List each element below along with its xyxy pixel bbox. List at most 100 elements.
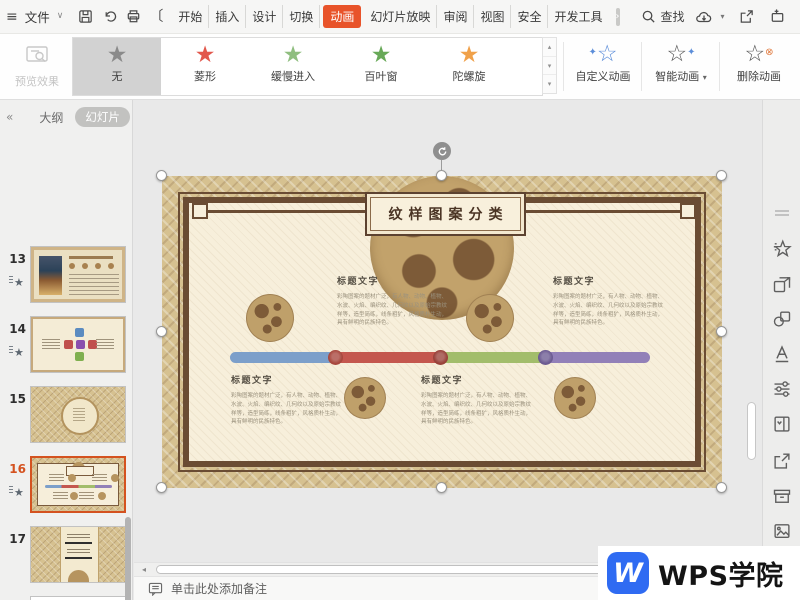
gallery-scroll-controls: ▴ ▾ ▾ xyxy=(542,37,557,94)
slide-16-canvas[interactable]: 纹样图案分类 标题文字 彩陶图案的题材广泛，有人物、动物、植物、水波、火焰、编织… xyxy=(162,176,722,488)
share-panel-icon[interactable] xyxy=(772,450,792,470)
preview-effect-icon xyxy=(24,43,50,67)
slide-text-block-1[interactable]: 标题文字 彩陶图案的题材广泛，有人物、动物、植物、水波、火焰、编织纹、几何纹以及… xyxy=(337,274,449,328)
selection-swap-icon[interactable] xyxy=(772,273,792,293)
slide-text-block-3[interactable]: 标题文字 彩陶图案的题材广泛，有人物、动物、植物、水波、火焰、编织纹、几何纹以及… xyxy=(231,373,343,427)
preview-effect-button[interactable]: 预览效果 xyxy=(8,41,66,89)
selection-handle-bottom-center[interactable] xyxy=(436,482,447,493)
blinds-star-icon: ★ xyxy=(337,42,425,68)
slide-panel-scrollbar[interactable] xyxy=(125,517,131,600)
tab-transition[interactable]: 切换 xyxy=(283,5,320,28)
block-body: 彩陶图案的题材广泛，有人物、动物、植物、水波、火焰、编织纹、几何纹以及原始宗教纹… xyxy=(337,293,449,328)
shapes-icon[interactable] xyxy=(772,308,792,328)
toolbar-drag-handle[interactable] xyxy=(775,210,789,216)
pattern-circle-3[interactable] xyxy=(344,377,386,419)
rotate-handle[interactable] xyxy=(433,142,451,160)
selection-handle-bottom-left[interactable] xyxy=(156,482,167,493)
gallery-more-icon[interactable]: ▾ xyxy=(543,75,556,93)
slide-title[interactable]: 纹样图案分类 xyxy=(365,192,526,236)
block-body: 彩陶图案的题材广泛，有人物、动物、植物、水波、火焰、编织纹、几何纹以及原始宗教纹… xyxy=(553,293,665,328)
pattern-circle-1[interactable] xyxy=(246,294,294,342)
selection-handle-top-center[interactable] xyxy=(436,170,447,181)
slide-animation-star-icon[interactable]: ★ xyxy=(9,276,24,289)
tab-design[interactable]: 设计 xyxy=(246,5,283,28)
slide-animation-star-icon[interactable]: ★ xyxy=(9,486,24,499)
slide-thumbnail-18[interactable] xyxy=(30,596,126,600)
tab-slides[interactable]: 幻灯片 xyxy=(75,107,130,127)
animation-option-label: 缓慢进入 xyxy=(271,70,315,83)
collapse-panel-icon[interactable]: « xyxy=(6,110,13,124)
none-star-icon: ★ xyxy=(73,42,161,68)
file-menu-chevron-icon[interactable]: ∨ xyxy=(57,12,64,21)
archive-box-icon[interactable] xyxy=(772,485,792,505)
slide-thumbnail-17[interactable] xyxy=(30,526,126,583)
share-icon[interactable] xyxy=(738,8,756,26)
slide-thumbnail-13[interactable] xyxy=(30,246,126,303)
tab-review[interactable]: 审阅 xyxy=(437,5,474,28)
slide-thumbnail-16-selected[interactable] xyxy=(30,456,126,513)
selection-handle-mid-left[interactable] xyxy=(156,326,167,337)
canvas-vertical-scrollbar[interactable] xyxy=(747,402,756,460)
hamburger-menu-icon[interactable]: ≡ xyxy=(6,10,18,24)
animation-option-crawl-in[interactable]: ★ 缓慢进入 xyxy=(249,38,337,95)
design-resources-icon[interactable] xyxy=(772,413,792,433)
divider xyxy=(641,42,642,91)
timeline-bar[interactable] xyxy=(230,352,650,363)
timeline-knot-2 xyxy=(433,350,448,365)
slide-thumbnail-14[interactable] xyxy=(30,316,126,373)
selection-handle-top-left[interactable] xyxy=(156,170,167,181)
slide-text-block-4[interactable]: 标题文字 彩陶图案的题材广泛，有人物、动物、植物、水波、火焰、编织纹、几何纹以及… xyxy=(421,373,533,427)
scroll-left-icon[interactable]: ◂ xyxy=(142,565,146,574)
animation-option-diamond[interactable]: ★ 菱形 xyxy=(161,38,249,95)
smart-animation-button[interactable]: ☆✦ 智能动画 ▾ xyxy=(645,39,717,84)
delete-animation-button[interactable]: ☆⊗ 删除动画 xyxy=(723,39,795,84)
find-button[interactable]: 查找 xyxy=(641,8,685,25)
custom-animation-star-icon: ✦☆ xyxy=(567,39,639,68)
smart-animation-label: 智能动画 xyxy=(655,70,699,83)
tab-view[interactable]: 视图 xyxy=(474,5,511,28)
save-icon[interactable] xyxy=(77,8,94,26)
animation-pane-icon[interactable] xyxy=(772,238,792,258)
cloud-sync-icon[interactable] xyxy=(692,8,716,26)
selection-handle-mid-right[interactable] xyxy=(716,326,727,337)
tabs-overflow-button[interactable]: › xyxy=(616,8,620,26)
undo-icon[interactable] xyxy=(101,8,118,26)
print-icon[interactable] xyxy=(125,8,142,26)
animation-ribbon: 预览效果 ★ 无 ★ 菱形 ★ 缓慢进入 ★ 百叶窗 ★ 陀螺旋 xyxy=(0,34,800,100)
slide-text-block-2[interactable]: 标题文字 彩陶图案的题材广泛，有人物、动物、植物、水波、火焰、编织纹、几何纹以及… xyxy=(553,274,665,328)
object-properties-icon[interactable] xyxy=(772,378,792,398)
tab-animation[interactable]: 动画 xyxy=(323,5,361,28)
tab-outline[interactable]: 大纲 xyxy=(39,109,63,126)
tab-home[interactable]: 开始 xyxy=(172,5,209,28)
slide-number-selected: 16 xyxy=(6,462,26,476)
animation-option-none[interactable]: ★ 无 xyxy=(73,38,161,95)
pattern-circle-2[interactable] xyxy=(466,294,514,342)
gallery-scroll-down-icon[interactable]: ▾ xyxy=(543,57,556,76)
thumbnail-circle xyxy=(61,397,99,435)
insert-image-icon[interactable] xyxy=(772,520,792,540)
horizontal-scrollbar-thumb[interactable] xyxy=(156,565,630,574)
rotate-icon xyxy=(437,146,448,157)
tab-devtools[interactable]: 开发工具 xyxy=(548,5,608,28)
selection-handle-top-right[interactable] xyxy=(716,170,727,181)
pattern-circle-4[interactable] xyxy=(554,377,596,419)
file-menu[interactable]: 文件 xyxy=(25,7,50,26)
tab-insert[interactable]: 插入 xyxy=(209,5,246,28)
thumbnail-text-lines xyxy=(69,274,119,295)
slide-animation-star-icon[interactable]: ★ xyxy=(9,346,24,359)
search-icon xyxy=(641,9,656,24)
wordart-icon[interactable] xyxy=(772,343,792,363)
animation-option-spin[interactable]: ★ 陀螺旋 xyxy=(425,38,513,95)
timeline-segment-purple xyxy=(545,352,650,363)
selection-handle-bottom-right[interactable] xyxy=(716,482,727,493)
gallery-scroll-up-icon[interactable]: ▴ xyxy=(543,38,556,57)
slide-thumbnail-15[interactable] xyxy=(30,386,126,443)
animation-option-blinds[interactable]: ★ 百叶窗 xyxy=(337,38,425,95)
cloud-caret-icon[interactable]: ▾ xyxy=(721,12,725,21)
tab-security[interactable]: 安全 xyxy=(511,5,548,28)
tab-slideshow[interactable]: 幻灯片放映 xyxy=(364,5,437,28)
new-note-icon[interactable] xyxy=(769,8,787,26)
custom-animation-button[interactable]: ✦☆ 自定义动画 xyxy=(567,39,639,84)
block-body: 彩陶图案的题材广泛，有人物、动物、植物、水波、火焰、编织纹、几何纹以及原始宗教纹… xyxy=(421,392,533,427)
animation-option-label: 菱形 xyxy=(194,70,216,83)
